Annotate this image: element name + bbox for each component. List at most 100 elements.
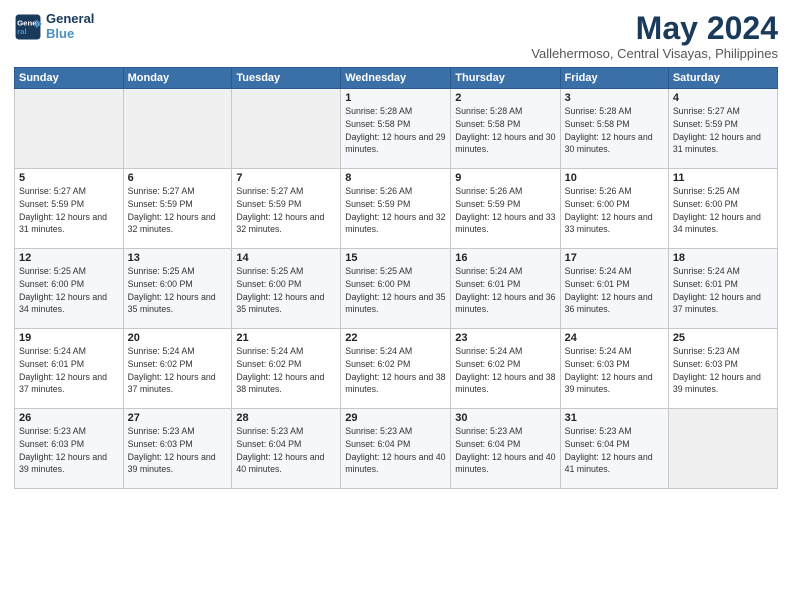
daylight-text: Daylight: 12 hours and 37 minutes. bbox=[673, 292, 761, 315]
daylight-text: Daylight: 12 hours and 39 minutes. bbox=[19, 452, 107, 475]
sunset-text: Sunset: 6:04 PM bbox=[345, 439, 410, 449]
sunrise-text: Sunrise: 5:26 AM bbox=[565, 186, 632, 196]
svg-text:Gene: Gene bbox=[17, 18, 37, 27]
sunset-text: Sunset: 6:03 PM bbox=[565, 359, 630, 369]
sunrise-text: Sunrise: 5:23 AM bbox=[128, 426, 195, 436]
sunset-text: Sunset: 5:58 PM bbox=[455, 119, 520, 129]
col-thursday: Thursday bbox=[451, 68, 560, 89]
table-row bbox=[668, 409, 777, 489]
month-title: May 2024 bbox=[531, 12, 778, 44]
sunset-text: Sunset: 6:03 PM bbox=[128, 439, 193, 449]
day-info: Sunrise: 5:23 AM Sunset: 6:03 PM Dayligh… bbox=[19, 425, 119, 476]
day-number: 19 bbox=[19, 332, 119, 344]
sunset-text: Sunset: 5:58 PM bbox=[565, 119, 630, 129]
day-info: Sunrise: 5:24 AM Sunset: 6:01 PM Dayligh… bbox=[673, 265, 773, 316]
day-info: Sunrise: 5:23 AM Sunset: 6:03 PM Dayligh… bbox=[128, 425, 228, 476]
sunset-text: Sunset: 6:02 PM bbox=[455, 359, 520, 369]
sunrise-text: Sunrise: 5:25 AM bbox=[19, 266, 86, 276]
day-info: Sunrise: 5:24 AM Sunset: 6:02 PM Dayligh… bbox=[455, 345, 555, 396]
day-info: Sunrise: 5:23 AM Sunset: 6:03 PM Dayligh… bbox=[673, 345, 773, 396]
table-row: 15 Sunrise: 5:25 AM Sunset: 6:00 PM Dayl… bbox=[341, 249, 451, 329]
daylight-text: Daylight: 12 hours and 31 minutes. bbox=[673, 132, 761, 155]
sunrise-text: Sunrise: 5:24 AM bbox=[236, 346, 303, 356]
day-number: 14 bbox=[236, 252, 336, 264]
sunrise-text: Sunrise: 5:25 AM bbox=[673, 186, 740, 196]
sunrise-text: Sunrise: 5:24 AM bbox=[19, 346, 86, 356]
day-number: 21 bbox=[236, 332, 336, 344]
calendar-week-row: 26 Sunrise: 5:23 AM Sunset: 6:03 PM Dayl… bbox=[15, 409, 778, 489]
day-number: 17 bbox=[565, 252, 664, 264]
sunset-text: Sunset: 6:02 PM bbox=[128, 359, 193, 369]
sunset-text: Sunset: 6:02 PM bbox=[345, 359, 410, 369]
calendar-page: Gene ral General Blue May 2024 Valleherm… bbox=[0, 0, 792, 612]
day-info: Sunrise: 5:24 AM Sunset: 6:01 PM Dayligh… bbox=[19, 345, 119, 396]
day-info: Sunrise: 5:24 AM Sunset: 6:03 PM Dayligh… bbox=[565, 345, 664, 396]
sunrise-text: Sunrise: 5:27 AM bbox=[128, 186, 195, 196]
sunrise-text: Sunrise: 5:27 AM bbox=[19, 186, 86, 196]
day-info: Sunrise: 5:26 AM Sunset: 5:59 PM Dayligh… bbox=[455, 185, 555, 236]
day-info: Sunrise: 5:25 AM Sunset: 6:00 PM Dayligh… bbox=[19, 265, 119, 316]
col-saturday: Saturday bbox=[668, 68, 777, 89]
day-number: 6 bbox=[128, 172, 228, 184]
sunset-text: Sunset: 5:59 PM bbox=[455, 199, 520, 209]
day-info: Sunrise: 5:27 AM Sunset: 5:59 PM Dayligh… bbox=[128, 185, 228, 236]
daylight-text: Daylight: 12 hours and 36 minutes. bbox=[455, 292, 555, 315]
day-number: 9 bbox=[455, 172, 555, 184]
sunrise-text: Sunrise: 5:25 AM bbox=[236, 266, 303, 276]
table-row: 23 Sunrise: 5:24 AM Sunset: 6:02 PM Dayl… bbox=[451, 329, 560, 409]
table-row bbox=[123, 89, 232, 169]
day-number: 30 bbox=[455, 412, 555, 424]
calendar-table: Sunday Monday Tuesday Wednesday Thursday… bbox=[14, 67, 778, 489]
sunrise-text: Sunrise: 5:24 AM bbox=[128, 346, 195, 356]
table-row: 27 Sunrise: 5:23 AM Sunset: 6:03 PM Dayl… bbox=[123, 409, 232, 489]
sunrise-text: Sunrise: 5:23 AM bbox=[19, 426, 86, 436]
day-number: 26 bbox=[19, 412, 119, 424]
day-info: Sunrise: 5:24 AM Sunset: 6:01 PM Dayligh… bbox=[455, 265, 555, 316]
sunset-text: Sunset: 6:04 PM bbox=[455, 439, 520, 449]
table-row: 31 Sunrise: 5:23 AM Sunset: 6:04 PM Dayl… bbox=[560, 409, 668, 489]
daylight-text: Daylight: 12 hours and 40 minutes. bbox=[455, 452, 555, 475]
day-info: Sunrise: 5:23 AM Sunset: 6:04 PM Dayligh… bbox=[345, 425, 446, 476]
table-row: 21 Sunrise: 5:24 AM Sunset: 6:02 PM Dayl… bbox=[232, 329, 341, 409]
calendar-week-row: 12 Sunrise: 5:25 AM Sunset: 6:00 PM Dayl… bbox=[15, 249, 778, 329]
daylight-text: Daylight: 12 hours and 32 minutes. bbox=[236, 212, 324, 235]
table-row: 29 Sunrise: 5:23 AM Sunset: 6:04 PM Dayl… bbox=[341, 409, 451, 489]
sunset-text: Sunset: 6:02 PM bbox=[236, 359, 301, 369]
col-friday: Friday bbox=[560, 68, 668, 89]
day-info: Sunrise: 5:24 AM Sunset: 6:01 PM Dayligh… bbox=[565, 265, 664, 316]
day-info: Sunrise: 5:25 AM Sunset: 6:00 PM Dayligh… bbox=[236, 265, 336, 316]
day-info: Sunrise: 5:28 AM Sunset: 5:58 PM Dayligh… bbox=[455, 105, 555, 156]
day-info: Sunrise: 5:25 AM Sunset: 6:00 PM Dayligh… bbox=[345, 265, 446, 316]
table-row: 3 Sunrise: 5:28 AM Sunset: 5:58 PM Dayli… bbox=[560, 89, 668, 169]
logo: Gene ral General Blue bbox=[14, 12, 94, 42]
daylight-text: Daylight: 12 hours and 34 minutes. bbox=[673, 212, 761, 235]
daylight-text: Daylight: 12 hours and 39 minutes. bbox=[565, 372, 653, 395]
sunset-text: Sunset: 5:58 PM bbox=[345, 119, 410, 129]
daylight-text: Daylight: 12 hours and 35 minutes. bbox=[128, 292, 216, 315]
daylight-text: Daylight: 12 hours and 31 minutes. bbox=[19, 212, 107, 235]
sunset-text: Sunset: 6:00 PM bbox=[128, 279, 193, 289]
table-row: 6 Sunrise: 5:27 AM Sunset: 5:59 PM Dayli… bbox=[123, 169, 232, 249]
daylight-text: Daylight: 12 hours and 33 minutes. bbox=[565, 212, 653, 235]
sunrise-text: Sunrise: 5:23 AM bbox=[673, 346, 740, 356]
col-tuesday: Tuesday bbox=[232, 68, 341, 89]
calendar-header-row: Sunday Monday Tuesday Wednesday Thursday… bbox=[15, 68, 778, 89]
sunset-text: Sunset: 5:59 PM bbox=[19, 199, 84, 209]
sunset-text: Sunset: 6:01 PM bbox=[673, 279, 738, 289]
day-info: Sunrise: 5:27 AM Sunset: 5:59 PM Dayligh… bbox=[236, 185, 336, 236]
sunset-text: Sunset: 6:03 PM bbox=[673, 359, 738, 369]
table-row: 28 Sunrise: 5:23 AM Sunset: 6:04 PM Dayl… bbox=[232, 409, 341, 489]
day-number: 3 bbox=[565, 92, 664, 104]
day-number: 31 bbox=[565, 412, 664, 424]
table-row: 1 Sunrise: 5:28 AM Sunset: 5:58 PM Dayli… bbox=[341, 89, 451, 169]
daylight-text: Daylight: 12 hours and 30 minutes. bbox=[565, 132, 653, 155]
sunset-text: Sunset: 5:59 PM bbox=[673, 119, 738, 129]
daylight-text: Daylight: 12 hours and 38 minutes. bbox=[236, 372, 324, 395]
day-info: Sunrise: 5:25 AM Sunset: 6:00 PM Dayligh… bbox=[128, 265, 228, 316]
sunrise-text: Sunrise: 5:26 AM bbox=[345, 186, 412, 196]
sunset-text: Sunset: 6:00 PM bbox=[19, 279, 84, 289]
table-row: 24 Sunrise: 5:24 AM Sunset: 6:03 PM Dayl… bbox=[560, 329, 668, 409]
daylight-text: Daylight: 12 hours and 37 minutes. bbox=[128, 372, 216, 395]
table-row: 10 Sunrise: 5:26 AM Sunset: 6:00 PM Dayl… bbox=[560, 169, 668, 249]
day-info: Sunrise: 5:23 AM Sunset: 6:04 PM Dayligh… bbox=[236, 425, 336, 476]
